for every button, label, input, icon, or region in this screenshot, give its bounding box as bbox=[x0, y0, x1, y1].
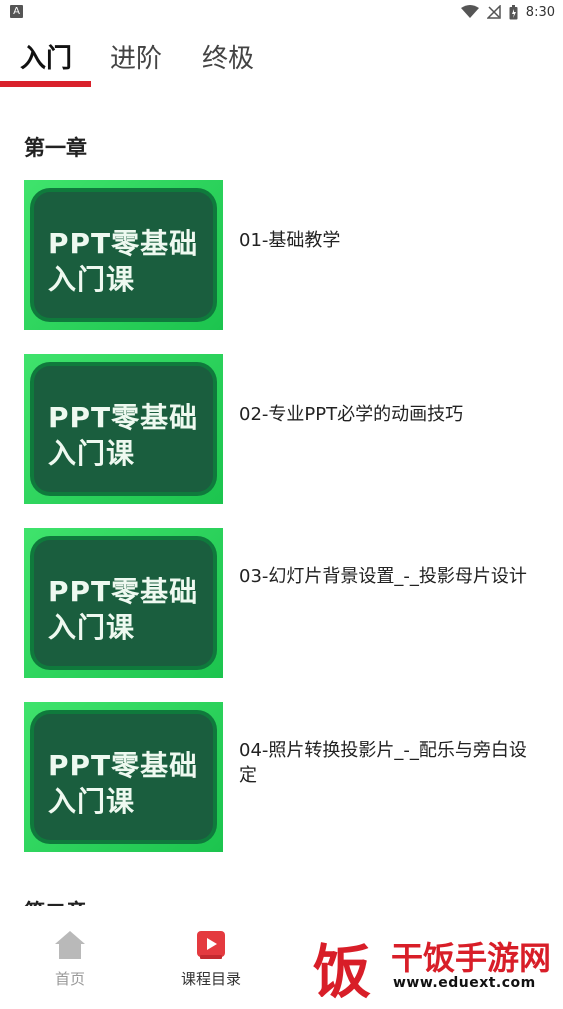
home-icon bbox=[55, 931, 85, 959]
lesson-thumbnail: PPT零基础 入门课 bbox=[24, 702, 223, 852]
lesson-thumbnail: PPT零基础 入门课 bbox=[24, 180, 223, 330]
lesson-item[interactable]: PPT零基础 入门课 01-基础教学 bbox=[0, 180, 563, 330]
lesson-item[interactable]: PPT零基础 入门课 02-专业PPT必学的动画技巧 bbox=[0, 354, 563, 504]
lesson-thumbnail: PPT零基础 入门课 bbox=[24, 528, 223, 678]
thumbnail-line2: 入门课 bbox=[48, 263, 136, 296]
lesson-item[interactable]: PPT零基础 入门课 04-照片转换投影片_-_配乐与旁白设定 bbox=[0, 702, 563, 852]
thumbnail-panel: PPT零基础 入门课 bbox=[34, 366, 213, 492]
battery-icon bbox=[509, 4, 518, 19]
nav-course-catalog-label: 课程目录 bbox=[180, 970, 241, 988]
watermark-url: www.eduext.com bbox=[393, 975, 536, 991]
site-watermark: 饭 干饭手游网 www.eduext.com bbox=[305, 925, 563, 1006]
tab-ultimate[interactable]: 终极 bbox=[202, 38, 254, 75]
thumbnail-line2: 入门课 bbox=[48, 785, 136, 818]
nav-home[interactable]: 首页 bbox=[15, 930, 125, 989]
nav-course-catalog[interactable]: 课程目录 bbox=[156, 930, 266, 989]
thumbnail-panel: PPT零基础 入门课 bbox=[34, 192, 213, 318]
lesson-title: 04-照片转换投影片_-_配乐与旁白设定 bbox=[239, 740, 527, 786]
lesson-title: 02-专业PPT必学的动画技巧 bbox=[239, 404, 464, 425]
watermark-logo: 饭 bbox=[313, 938, 372, 1006]
play-icon bbox=[197, 931, 225, 959]
thumbnail-line1: PPT零基础 bbox=[48, 575, 199, 608]
thumbnail-line2: 入门课 bbox=[48, 437, 136, 470]
tab-intermediate[interactable]: 进阶 bbox=[110, 38, 162, 75]
status-bar: A 8:30 bbox=[0, 0, 563, 24]
clock: 8:30 bbox=[525, 4, 555, 20]
lesson-item[interactable]: PPT零基础 入门课 03-幻灯片背景设置_-_投影母片设计 bbox=[0, 528, 563, 678]
lesson-thumbnail: PPT零基础 入门课 bbox=[24, 354, 223, 504]
nav-home-label: 首页 bbox=[54, 970, 85, 988]
thumbnail-line1: PPT零基础 bbox=[48, 227, 199, 260]
status-icons: 8:30 bbox=[460, 3, 555, 21]
active-tab-indicator bbox=[0, 81, 91, 87]
thumbnail-line1: PPT零基础 bbox=[48, 749, 199, 782]
tab-beginner[interactable]: 入门 bbox=[20, 38, 72, 75]
signal-icon bbox=[486, 5, 501, 19]
thumbnail-panel: PPT零基础 入门课 bbox=[34, 540, 213, 666]
lesson-title: 01-基础教学 bbox=[239, 230, 341, 251]
thumbnail-line1: PPT零基础 bbox=[48, 401, 199, 434]
lesson-title: 03-幻灯片背景设置_-_投影母片设计 bbox=[239, 566, 527, 587]
thumbnail-line2: 入门课 bbox=[48, 611, 136, 644]
level-tabs: 入门 进阶 终极 bbox=[0, 34, 563, 90]
chapter-title-clipped: 第二章 bbox=[24, 896, 87, 906]
watermark-name: 干饭手游网 bbox=[391, 939, 552, 977]
thumbnail-panel: PPT零基础 入门课 bbox=[34, 714, 213, 840]
app-notification-icon: A bbox=[10, 5, 23, 18]
chapter-title: 第一章 bbox=[24, 136, 87, 160]
wifi-icon bbox=[460, 5, 479, 18]
